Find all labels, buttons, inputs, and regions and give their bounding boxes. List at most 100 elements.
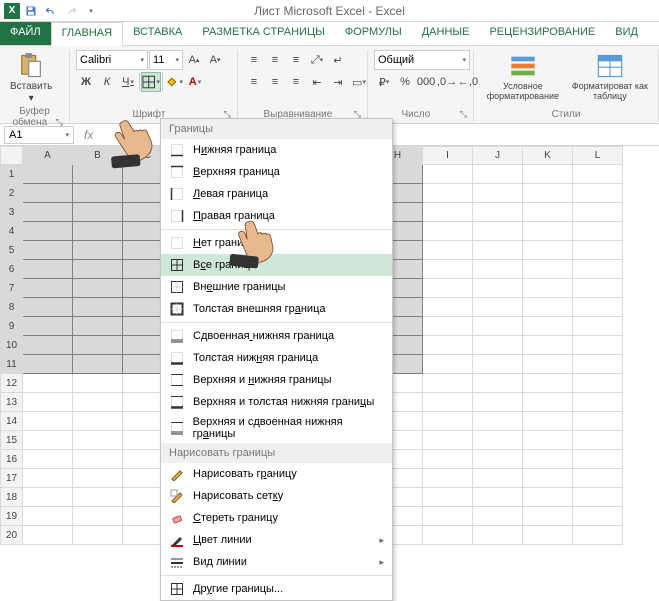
cell[interactable]	[73, 355, 123, 374]
column-header[interactable]: J	[473, 147, 523, 165]
cell[interactable]	[523, 488, 573, 507]
cell[interactable]	[23, 336, 73, 355]
row-header[interactable]: 16	[1, 450, 23, 469]
cell[interactable]	[523, 222, 573, 241]
row-header[interactable]: 14	[1, 412, 23, 431]
row-header[interactable]: 18	[1, 488, 23, 507]
borders-button[interactable]: ▾	[141, 72, 161, 92]
font-size-combo[interactable]: 11▾	[149, 50, 183, 70]
cell[interactable]	[73, 507, 123, 526]
cell[interactable]	[423, 526, 473, 545]
cell[interactable]	[523, 298, 573, 317]
bold-button[interactable]: Ж	[76, 72, 96, 92]
cell[interactable]	[573, 317, 623, 336]
cell[interactable]	[73, 412, 123, 431]
tab-formulas[interactable]: ФОРМУЛЫ	[335, 22, 412, 45]
merge-button[interactable]: ▭▾	[349, 72, 369, 92]
cell[interactable]	[423, 241, 473, 260]
cell[interactable]	[23, 488, 73, 507]
cell[interactable]	[473, 184, 523, 203]
cell[interactable]	[23, 412, 73, 431]
cell[interactable]	[23, 260, 73, 279]
cell[interactable]	[573, 488, 623, 507]
cell[interactable]	[523, 412, 573, 431]
border-top-item[interactable]: Верхняя граница	[161, 161, 392, 183]
row-header[interactable]: 6	[1, 260, 23, 279]
row-header[interactable]: 13	[1, 393, 23, 412]
wrap-text-button[interactable]: ↵	[328, 50, 348, 70]
select-all-corner[interactable]	[1, 147, 23, 165]
cell[interactable]	[573, 298, 623, 317]
cell[interactable]	[73, 431, 123, 450]
font-color-button[interactable]: A▾	[185, 72, 205, 92]
cell[interactable]	[73, 450, 123, 469]
increase-indent-button[interactable]: ⇥	[328, 72, 348, 92]
cell[interactable]	[23, 526, 73, 545]
cell[interactable]	[473, 526, 523, 545]
cell[interactable]	[473, 336, 523, 355]
cell[interactable]	[573, 507, 623, 526]
cell[interactable]	[23, 241, 73, 260]
cell[interactable]	[473, 203, 523, 222]
cell[interactable]	[23, 279, 73, 298]
border-double-bottom-item[interactable]: Сдвоенная нижняя граница	[161, 325, 392, 347]
row-header[interactable]: 17	[1, 469, 23, 488]
cell[interactable]	[573, 412, 623, 431]
font-name-combo[interactable]: Calibri▾	[76, 50, 148, 70]
cell[interactable]	[573, 469, 623, 488]
border-draw-item[interactable]: Нарисовать границу	[161, 463, 392, 485]
cell[interactable]	[573, 526, 623, 545]
fx-icon[interactable]: fx	[78, 128, 99, 142]
italic-button[interactable]: К	[97, 72, 117, 92]
increase-decimal-button[interactable]: ,0→	[437, 72, 457, 92]
row-header[interactable]: 4	[1, 222, 23, 241]
qat-customize[interactable]: ▾	[82, 2, 100, 20]
cell[interactable]	[523, 450, 573, 469]
border-top-bottom-item[interactable]: Верхняя и нижняя границы	[161, 369, 392, 391]
paste-button[interactable]: Вставить ▾	[6, 50, 56, 106]
cell[interactable]	[523, 393, 573, 412]
cell[interactable]	[23, 298, 73, 317]
cell[interactable]	[473, 393, 523, 412]
cell[interactable]	[423, 450, 473, 469]
align-top-button[interactable]: ≡	[244, 50, 264, 70]
row-header[interactable]: 19	[1, 507, 23, 526]
cell[interactable]	[23, 469, 73, 488]
cell[interactable]	[473, 355, 523, 374]
cell[interactable]	[573, 336, 623, 355]
cell[interactable]	[73, 488, 123, 507]
cell[interactable]	[73, 393, 123, 412]
cell[interactable]	[473, 431, 523, 450]
cell[interactable]	[23, 317, 73, 336]
cell[interactable]	[423, 165, 473, 184]
row-header[interactable]: 12	[1, 374, 23, 393]
cell[interactable]	[73, 222, 123, 241]
cell[interactable]	[423, 355, 473, 374]
cell[interactable]	[473, 450, 523, 469]
border-left-item[interactable]: Левая граница	[161, 183, 392, 205]
cell[interactable]	[73, 336, 123, 355]
row-header[interactable]: 1	[1, 165, 23, 184]
number-format-combo[interactable]: Общий▾	[374, 50, 470, 70]
tab-review[interactable]: РЕЦЕНЗИРОВАНИЕ	[479, 22, 605, 45]
cell[interactable]	[523, 526, 573, 545]
cell[interactable]	[73, 279, 123, 298]
cell[interactable]	[523, 355, 573, 374]
currency-button[interactable]: ₽▾	[374, 72, 394, 92]
column-header[interactable]: A	[23, 147, 73, 165]
row-header[interactable]: 10	[1, 336, 23, 355]
border-thick-bottom-item[interactable]: Толстая нижняя граница	[161, 347, 392, 369]
cell[interactable]	[23, 507, 73, 526]
cell[interactable]	[523, 336, 573, 355]
row-header[interactable]: 15	[1, 431, 23, 450]
cell[interactable]	[423, 507, 473, 526]
cell[interactable]	[73, 469, 123, 488]
border-bottom-item[interactable]: Нижняя граница	[161, 139, 392, 161]
cell[interactable]	[423, 260, 473, 279]
cell[interactable]	[523, 184, 573, 203]
cell[interactable]	[473, 241, 523, 260]
cell[interactable]	[573, 241, 623, 260]
row-header[interactable]: 8	[1, 298, 23, 317]
percent-button[interactable]: %	[395, 72, 415, 92]
cell[interactable]	[473, 165, 523, 184]
